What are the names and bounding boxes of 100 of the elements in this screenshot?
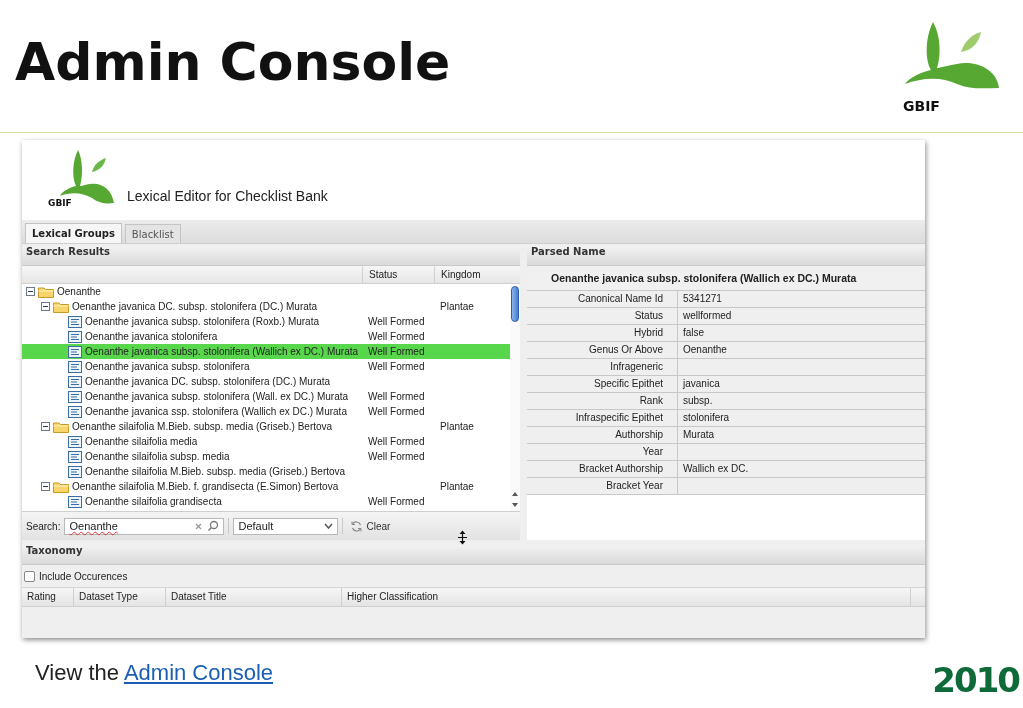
field-value: 5341271 — [683, 293, 722, 304]
status-text: Well Formed — [368, 451, 425, 462]
column-header[interactable]: Status — [362, 266, 434, 283]
status-text: Well Formed — [368, 361, 425, 372]
scroll-thumb[interactable] — [511, 286, 519, 322]
field-value: stolonifera — [683, 412, 730, 423]
document-icon — [68, 465, 82, 478]
resize-cursor-icon — [457, 530, 468, 545]
document-icon — [68, 405, 82, 418]
taxon-name: Oenanthe javanica DC. subsp. stolonifera (DC.) Murata — [72, 300, 318, 313]
field-label: Canonical Name Id — [577, 293, 663, 304]
field-label: Specific Epithet — [594, 378, 663, 389]
taxon-name: Oenanthe javanica subsp. stolonifera (Roxb.) Murata — [85, 315, 319, 328]
year-logo: 2010 — [932, 660, 1019, 700]
taxon-name: Oenanthe javanica stolonifera — [85, 330, 218, 343]
parsed-name-title: Oenanthe javanica subsp. stolonifera (Wallich ex DC.) Murata — [527, 266, 925, 291]
taxon-name: Oenanthe javanica subsp. stolonifera (Wall. ex DC.) Murata — [85, 390, 349, 403]
taxon-name: Oenanthe javanica subsp. stolonifera — [85, 360, 250, 373]
field-label: Bracket Authorship — [579, 463, 663, 474]
scroll-up-icon[interactable] — [511, 490, 519, 498]
folder-icon — [53, 300, 69, 313]
kingdom-text: Plantae — [440, 301, 474, 312]
column-header[interactable]: Dataset Type — [74, 588, 166, 606]
folder-icon — [53, 420, 69, 433]
caption-text: View the Admin Console — [35, 660, 274, 686]
column-header[interactable]: Kingdom — [434, 266, 494, 283]
taxon-name: Oenanthe — [57, 285, 101, 298]
tree-row[interactable]: Oenanthe silaifolia M.Bieb. subsp. media (Griseb.) Bertova — [22, 464, 510, 479]
status-text: Well Formed — [368, 496, 425, 507]
document-icon — [68, 390, 82, 403]
taxon-name: Oenanthe silaifolia M.Bieb. subsp. media (Griseb.) Bertova — [85, 465, 346, 478]
folder-icon — [53, 480, 69, 493]
dropdown-caret-icon — [324, 523, 334, 529]
field-label: Year — [642, 446, 663, 457]
kingdom-text: Plantae — [440, 421, 474, 432]
collapse-icon[interactable] — [41, 422, 50, 431]
collapse-icon[interactable] — [41, 482, 50, 491]
document-icon — [68, 450, 82, 463]
column-header[interactable]: Dataset Title — [166, 588, 342, 606]
clear-button[interactable]: Clear — [347, 519, 394, 533]
taxon-name: Oenanthe silaifolia subsp. media — [85, 450, 230, 463]
taxon-name: Oenanthe javanica subsp. stolonifera (Wallich ex DC.) Murata — [85, 345, 359, 358]
field-label: Bracket Year — [606, 480, 663, 491]
document-icon — [68, 315, 82, 328]
document-icon — [68, 495, 82, 508]
logo-text: GBIF — [48, 198, 72, 208]
app-title: Lexical Editor for Checklist Bank — [127, 188, 328, 206]
document-icon — [68, 435, 82, 448]
column-header[interactable]: Rating — [22, 588, 74, 606]
column-header[interactable]: Higher Classification — [342, 588, 911, 606]
tree-row[interactable]: Oenanthe silaifolia M.Bieb. f. grandisecta (E.Simon) Bertova Plantae — [22, 479, 510, 494]
taxon-name: Oenanthe silaifolia grandisecta — [85, 495, 222, 508]
search-field[interactable]: Oenanthe — [64, 517, 225, 535]
folder-icon — [38, 285, 54, 298]
tree-row[interactable]: Oenanthe javanica subsp. stolonifera (Wall. ex DC.) Murata Well Formed — [22, 389, 510, 404]
tree-row[interactable]: Oenanthe javanica ssp. stolonifera (Wallich ex DC.) Murata Well Formed — [22, 404, 510, 419]
document-icon — [68, 375, 82, 388]
tree-row[interactable]: Oenanthe javanica subsp. stolonifera (Wallich ex DC.) Murata Well Formed — [22, 344, 510, 359]
taxon-name: Oenanthe silaifolia M.Bieb. subsp. media (Griseb.) Bertova — [72, 420, 333, 433]
tree-row[interactable]: Oenanthe javanica DC. subsp. stolonifera (DC.) Murata Plantae — [22, 299, 510, 314]
collapse-icon[interactable] — [26, 287, 35, 296]
tree-row[interactable]: Oenanthe javanica stolonifera Well Formed — [22, 329, 510, 344]
checkbox[interactable] — [24, 570, 35, 582]
logo-text: GBIF — [903, 98, 940, 114]
field-label: Status — [634, 310, 663, 321]
taxon-name: Oenanthe javanica DC. subsp. stolonifera (DC.) Murata — [85, 375, 331, 388]
tree-row[interactable]: Oenanthe javanica subsp. stolonifera (Roxb.) Murata Well Formed — [22, 314, 510, 329]
scroll-down-icon[interactable] — [511, 501, 519, 509]
document-icon — [68, 360, 82, 373]
field-value: subsp. — [683, 395, 713, 406]
tree-row[interactable]: Oenanthe silaifolia subsp. media Well Formed — [22, 449, 510, 464]
clear-icon[interactable] — [194, 521, 204, 531]
admin-console-link[interactable]: Admin Console — [123, 660, 274, 685]
field-label: Genus Or Above — [589, 344, 663, 355]
status-text: Well Formed — [368, 406, 425, 417]
field-value: Oenanthe — [683, 344, 727, 355]
taxon-name: Oenanthe silaifolia M.Bieb. f. grandisecta (E.Simon) Bertova — [72, 480, 339, 493]
tab[interactable]: Lexical Groups — [25, 223, 122, 243]
status-text: Well Formed — [368, 436, 425, 447]
tree-row[interactable]: Oenanthe silaifolia grandisecta Well Formed — [22, 494, 510, 509]
search-label: Search: — [26, 520, 61, 532]
tree-row[interactable]: Oenanthe — [22, 284, 510, 299]
kingdom-text: Plantae — [440, 481, 474, 492]
field-value: Wallich ex DC. — [683, 463, 749, 474]
status-text: Well Formed — [368, 331, 425, 342]
tree-row[interactable]: Oenanthe silaifolia M.Bieb. subsp. media (Griseb.) Bertova Plantae — [22, 419, 510, 434]
tree-row[interactable]: Oenanthe javanica DC. subsp. stolonifera (DC.) Murata — [22, 374, 510, 389]
tree-row[interactable]: Oenanthe javanica subsp. stolonifera Well Formed — [22, 359, 510, 374]
status-text: Well Formed — [368, 346, 425, 357]
search-icon[interactable] — [207, 520, 220, 532]
collapse-icon[interactable] — [41, 302, 50, 311]
refresh-icon — [350, 519, 364, 533]
tree-row[interactable]: Oenanthe silaifolia media Well Formed — [22, 434, 510, 449]
tab[interactable]: Blacklist — [124, 224, 181, 243]
field-value: false — [683, 327, 705, 338]
mode-dropdown[interactable]: Default — [233, 517, 339, 535]
status-text: Well Formed — [368, 316, 425, 327]
field-value: Murata — [683, 429, 715, 440]
status-text: Well Formed — [368, 391, 425, 402]
document-icon — [68, 345, 82, 358]
